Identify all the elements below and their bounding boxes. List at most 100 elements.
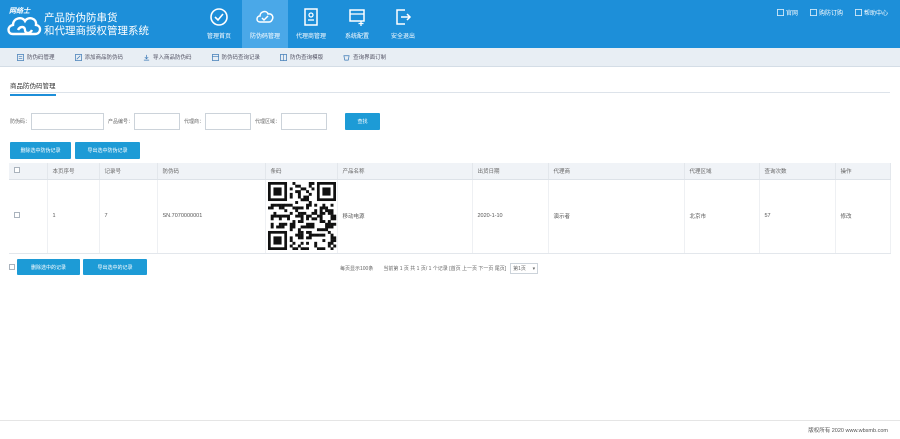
list-icon — [17, 53, 24, 61]
cloud-logo-icon — [7, 17, 42, 36]
footer-export-button[interactable]: 导出选中的记录 — [83, 259, 147, 275]
app-add-icon — [349, 9, 365, 26]
cell-date: 2020-1-10 — [472, 179, 549, 254]
check-circle-icon — [210, 8, 228, 26]
nav-item-settings[interactable]: 系统配置 — [334, 0, 380, 48]
search-form: 防伪码： 产品编号： 代理商： 代理区域： — [10, 113, 331, 130]
subnav-item-add[interactable]: 添加商品防伪码 — [74, 53, 124, 61]
cell-action-edit[interactable]: 修改 — [835, 179, 891, 254]
cell-agent: 演示者 — [548, 179, 685, 254]
header-record: 记录号 — [99, 163, 158, 180]
field-label: 代理商： — [184, 119, 205, 125]
nav-item-label: 管理首页 — [206, 34, 231, 40]
region-input[interactable] — [281, 113, 328, 130]
records-table: 本页序号 记录号 防伪码 条码 产品名称 出货日期 代理商 代理区域 查询次数 … — [9, 163, 891, 254]
nav-item-logout[interactable]: 安全退出 — [380, 0, 426, 48]
top-link-label: 帮助中心 — [863, 11, 888, 17]
field-label: 代理区域： — [255, 119, 281, 125]
header-select — [9, 163, 48, 180]
subnav-label: 防伪码管理 — [27, 55, 55, 61]
top-link-label: 官网 — [785, 11, 798, 17]
header-agent: 代理商 — [548, 163, 685, 180]
divider — [0, 420, 900, 421]
top-link-home[interactable]: 官网 — [777, 8, 798, 17]
select-all-checkbox[interactable] — [14, 166, 20, 173]
brand-line-1: 产品防伪防串货 — [44, 12, 118, 24]
cell-code: SN.7070000001 — [157, 179, 266, 254]
table-header-row: 本页序号 记录号 防伪码 条码 产品名称 出货日期 代理商 代理区域 查询次数 … — [9, 163, 891, 180]
subnav-label: 查询界面订制 — [353, 55, 387, 61]
pagination: 每页显示100条 当前第 1 页 共 1 页/ 1 个记录 [首页 上一页 下一… — [340, 263, 539, 274]
cell-index: 1 — [47, 179, 100, 254]
header-count: 查询次数 — [759, 163, 836, 180]
field-label: 产品编号： — [108, 119, 134, 125]
per-page-text: 每页显示100条 — [340, 266, 374, 272]
nav-item-label: 防伪码管理 — [249, 34, 280, 40]
page-select[interactable]: 第1页 ▾ — [510, 263, 539, 274]
cell-select — [9, 179, 48, 254]
code-input[interactable] — [31, 113, 105, 130]
agent-input[interactable] — [205, 113, 252, 130]
table-footer: 删除选中的记录 导出选中的记录 每页显示100条 当前第 1 页 共 1 页/ … — [9, 259, 889, 275]
nav-item-anticounterfeit[interactable]: 防伪码管理 — [242, 0, 288, 48]
footer-select-all-checkbox[interactable] — [9, 264, 15, 270]
main-nav: 管理首页 防伪码管理 代理商管理 系统配置 安全退出 — [196, 0, 426, 48]
subnav-item-list[interactable]: 防伪码管理 — [17, 53, 55, 61]
nav-item-label: 系统配置 — [344, 34, 369, 40]
footer-delete-button[interactable]: 删除选中的记录 — [17, 259, 80, 275]
cart-icon — [810, 9, 817, 16]
divider — [10, 92, 890, 93]
header-region: 代理区域 — [684, 163, 760, 180]
page-select-value: 第1页 — [513, 266, 526, 272]
brand-line-2: 和代理商授权管理系统 — [44, 25, 149, 37]
logout-icon — [396, 9, 412, 25]
edit-icon — [74, 53, 82, 61]
subnav-label: 添加商品防伪码 — [84, 55, 124, 61]
sub-nav: 防伪码管理 添加商品防伪码 导入商品防伪码 防伪码查询记录 防伪查询模版 查询界… — [0, 48, 900, 67]
brand-title: 产品防伪防串货 和代理商授权管理系统 — [44, 12, 149, 38]
top-link-help[interactable]: 帮助中心 — [855, 8, 888, 17]
product-number-input[interactable] — [134, 113, 181, 130]
header-product: 产品名称 — [337, 163, 473, 180]
cell-barcode — [265, 179, 338, 254]
cell-count: 57 — [759, 179, 836, 254]
header-action: 操作 — [835, 163, 891, 180]
top-link-order[interactable]: 购防订购 — [810, 8, 843, 17]
subnav-label: 导入商品防伪码 — [153, 55, 192, 61]
copyright-text: 版权所有 2020 www.wbsmb.com — [808, 428, 888, 434]
custom-icon — [343, 54, 350, 60]
subnav-item-custom[interactable]: 查询界面订制 — [343, 53, 386, 61]
home-icon — [777, 9, 784, 16]
subnav-label: 防伪码查询记录 — [221, 55, 261, 61]
cell-product: 移动电源 — [337, 179, 473, 254]
action-buttons: 删除选中防伪记录 导出选中防伪记录 — [10, 142, 140, 159]
record-icon — [211, 53, 219, 61]
export-selected-button[interactable]: 导出选中防伪记录 — [75, 142, 140, 159]
subnav-item-records[interactable]: 防伪码查询记录 — [211, 53, 261, 61]
qr-code-image — [267, 182, 336, 250]
help-icon — [855, 9, 862, 16]
import-icon — [143, 54, 150, 60]
template-icon — [280, 53, 287, 61]
delete-selected-button[interactable]: 删除选中防伪记录 — [10, 142, 71, 159]
header-code: 防伪码 — [157, 163, 266, 180]
search-button[interactable]: 查找 — [345, 113, 380, 130]
table-row: 1 7 SN.7070000001 移动电源 2020-1-10 演示者 北京市… — [9, 179, 891, 254]
row-checkbox[interactable] — [14, 212, 20, 218]
chevron-down-icon: ▾ — [532, 265, 536, 272]
logo: 网络士 — [4, 4, 44, 40]
cloud-check-icon — [256, 10, 274, 23]
subnav-item-import[interactable]: 导入商品防伪码 — [143, 53, 192, 61]
nav-item-label: 代理商管理 — [295, 34, 326, 40]
pager-links[interactable]: 当前第 1 页 共 1 页/ 1 个记录 [首页 上一页 下一页 尾页] — [383, 265, 506, 272]
cell-record: 7 — [99, 179, 158, 254]
header-barcode: 条码 — [265, 163, 338, 180]
top-link-label: 购防订购 — [818, 11, 843, 17]
top-header: 网络士 产品防伪防串货 和代理商授权管理系统 管理首页 防伪码管理 代理商管理 … — [0, 0, 900, 48]
top-links: 官网 购防订购 帮助中心 — [777, 8, 888, 17]
subnav-item-template[interactable]: 防伪查询模版 — [280, 53, 323, 61]
header-index: 本页序号 — [47, 163, 100, 180]
nav-item-agents[interactable]: 代理商管理 — [288, 0, 334, 48]
cell-region: 北京市 — [684, 179, 760, 254]
nav-item-home[interactable]: 管理首页 — [196, 0, 242, 48]
